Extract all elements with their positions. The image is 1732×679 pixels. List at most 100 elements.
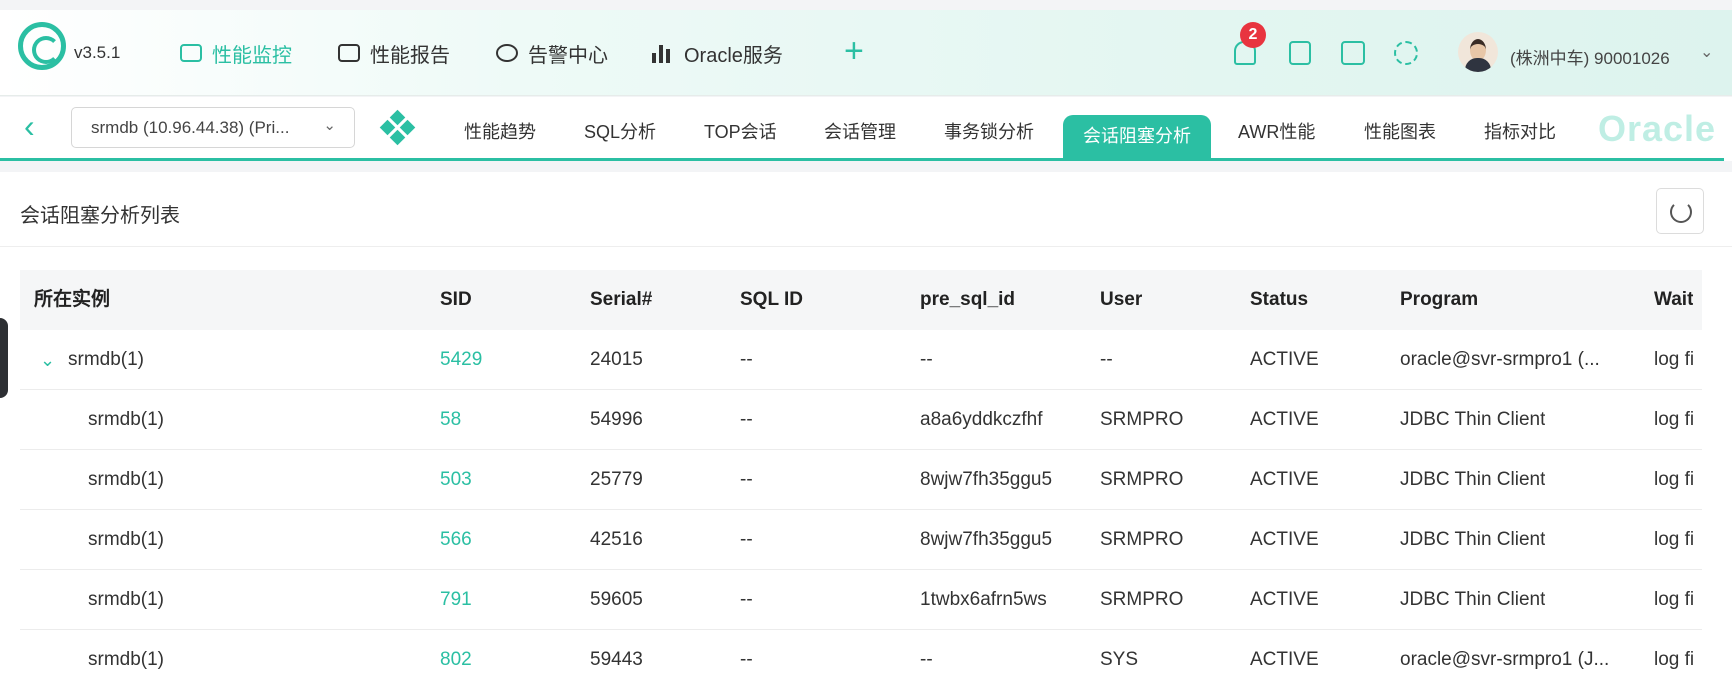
cell-program: JDBC Thin Client [1400, 589, 1546, 610]
cell-serial: 54996 [590, 409, 643, 430]
cell-program: oracle@svr-srmpro1 (... [1400, 349, 1600, 370]
cell-status: ACTIVE [1250, 469, 1319, 490]
cell-program: JDBC Thin Client [1400, 409, 1546, 430]
cell-status: ACTIVE [1250, 529, 1319, 550]
cell-pre-sql-id: -- [920, 349, 933, 370]
session-blocking-table: 所在实例 SID Serial# SQL ID pre_sql_id User … [20, 270, 1702, 679]
cell-user: SRMPRO [1100, 589, 1184, 610]
chevron-down-icon[interactable]: ⌄ [1700, 42, 1713, 62]
table-row[interactable]: ⌄ srmdb(1) 5429 24015 -- -- -- ACTIVE oracle@svr… [20, 330, 1702, 390]
cell-sid[interactable]: 566 [440, 510, 472, 570]
instance-select-value: srmdb (10.96.44.38) (Pri... [91, 118, 290, 137]
refresh-button[interactable] [1656, 188, 1704, 234]
tab-underline [0, 158, 1724, 161]
app-version: v3.5.1 [74, 43, 121, 62]
tab-session-blocking-analysis[interactable]: 会话阻塞分析 [1063, 115, 1211, 159]
cell-wait: log fi [1654, 409, 1695, 430]
cell-sid[interactable]: 5429 [440, 330, 482, 390]
column-header-sql-id[interactable]: SQL ID [740, 270, 803, 330]
table-header: 所在实例 SID Serial# SQL ID pre_sql_id User … [20, 270, 1702, 330]
table-body: ⌄ srmdb(1) 5429 24015 -- -- -- ACTIVE oracle@svr… [20, 330, 1702, 679]
gear-icon[interactable] [1394, 41, 1418, 65]
plus-icon[interactable]: + [844, 34, 864, 68]
cell-wait: log fi [1654, 589, 1695, 610]
cell-program: JDBC Thin Client [1400, 529, 1546, 550]
nav-item-alarm-center[interactable]: 告警中心 [496, 40, 608, 67]
nav-item-label: 性能监控 [212, 44, 292, 67]
cell-pre-sql-id: 8wjw7fh35ggu5 [920, 529, 1053, 550]
avatar[interactable] [1458, 32, 1498, 72]
column-header-serial[interactable]: Serial# [590, 270, 652, 330]
column-header-program[interactable]: Program [1400, 270, 1478, 330]
cell-program: JDBC Thin Client [1400, 469, 1546, 490]
cell-sid[interactable]: 791 [440, 570, 472, 630]
cell-instance: srmdb(1) [88, 589, 165, 610]
cell-user: SRMPRO [1100, 469, 1184, 490]
cell-serial: 59443 [590, 649, 643, 670]
cell-pre-sql-id: -- [920, 649, 933, 670]
refresh-icon [1670, 201, 1692, 223]
cell-instance: srmdb(1) [88, 649, 165, 670]
chevron-down-icon[interactable]: ⌄ [40, 330, 55, 390]
logo-icon[interactable] [18, 22, 66, 70]
cell-status: ACTIVE [1250, 589, 1319, 610]
column-header-user[interactable]: User [1100, 270, 1142, 330]
tab-awr-performance[interactable]: AWR性能 [1238, 118, 1315, 144]
table-row[interactable]: srmdb(1) 58 54996 -- a8a6yddkczfhf SRMPRO ACTI… [20, 390, 1702, 450]
notification-badge: 2 [1240, 22, 1266, 48]
nav-item-oracle-service[interactable]: Oracle服务 [652, 40, 783, 67]
chevron-down-icon: ⌄ [323, 117, 336, 134]
cell-serial: 24015 [590, 349, 643, 370]
nav-item-performance-report[interactable]: 性能报告 [338, 40, 450, 67]
cell-instance: srmdb(1) [88, 409, 165, 430]
cell-pre-sql-id: 8wjw7fh35ggu5 [920, 469, 1053, 490]
table-row[interactable]: srmdb(1) 802 59443 -- -- SYS ACTIVE oracle@svr-… [20, 630, 1702, 679]
cell-sid[interactable]: 802 [440, 630, 472, 679]
cell-status: ACTIVE [1250, 409, 1319, 430]
tab-session-management[interactable]: 会话管理 [824, 118, 896, 144]
tab-sql-analysis[interactable]: SQL分析 [584, 118, 656, 144]
oracle-service-icon [652, 43, 674, 63]
column-header-status[interactable]: Status [1250, 270, 1308, 330]
clipboard-icon[interactable] [1289, 41, 1311, 65]
tab-performance-charts[interactable]: 性能图表 [1364, 118, 1436, 144]
table-row[interactable]: srmdb(1) 566 42516 -- 8wjw7fh35ggu5 SRMPRO ACT… [20, 510, 1702, 570]
monitor-icon [180, 44, 202, 62]
cell-wait: log fi [1654, 529, 1695, 550]
cell-serial: 42516 [590, 529, 643, 550]
column-header-pre-sql-id[interactable]: pre_sql_id [920, 270, 1015, 330]
cell-program: oracle@svr-srmpro1 (J... [1400, 649, 1610, 670]
column-header-wait[interactable]: Wait [1654, 270, 1693, 330]
tab-performance-trend[interactable]: 性能趋势 [464, 118, 536, 144]
table-row[interactable]: srmdb(1) 791 59605 -- 1twbx6afrn5ws SRMPRO ACT… [20, 570, 1702, 630]
user-name[interactable]: (株洲中车) 90001026 [1510, 44, 1670, 69]
column-header-instance[interactable]: 所在实例 [34, 270, 110, 330]
cell-pre-sql-id: 1twbx6afrn5ws [920, 589, 1047, 610]
cell-pre-sql-id: a8a6yddkczfhf [920, 409, 1043, 430]
side-drawer-handle[interactable] [0, 318, 8, 398]
tab-top-sessions[interactable]: TOP会话 [704, 118, 777, 144]
cell-status: ACTIVE [1250, 349, 1319, 370]
nav-item-performance-monitor[interactable]: 性能监控 [180, 40, 292, 67]
tab-metric-comparison[interactable]: 指标对比 [1484, 118, 1556, 144]
cell-status: ACTIVE [1250, 649, 1319, 670]
diamond-icon[interactable] [379, 109, 416, 146]
back-icon[interactable]: ‹ [24, 110, 35, 142]
cell-sql-id: -- [740, 349, 753, 370]
nav-item-label: 性能报告 [370, 44, 450, 67]
cell-user: SRMPRO [1100, 409, 1184, 430]
instance-select[interactable]: srmdb (10.96.44.38) (Pri... ⌄ [71, 107, 355, 148]
dashboard-icon[interactable] [1341, 41, 1365, 65]
cell-wait: log fi [1654, 469, 1695, 490]
cell-sid[interactable]: 503 [440, 450, 472, 510]
cell-serial: 25779 [590, 469, 643, 490]
cell-sid[interactable]: 58 [440, 390, 461, 450]
panel-title: 会话阻塞分析列表 [20, 205, 180, 227]
cell-wait: log fi [1654, 649, 1695, 670]
tab-transaction-lock-analysis[interactable]: 事务锁分析 [944, 118, 1034, 144]
table-row[interactable]: srmdb(1) 503 25779 -- 8wjw7fh35ggu5 SRMPRO ACT… [20, 450, 1702, 510]
column-header-sid[interactable]: SID [440, 270, 472, 330]
cell-instance: srmdb(1) [68, 349, 145, 370]
cell-user: SYS [1100, 649, 1139, 670]
cell-instance: srmdb(1) [88, 469, 165, 490]
